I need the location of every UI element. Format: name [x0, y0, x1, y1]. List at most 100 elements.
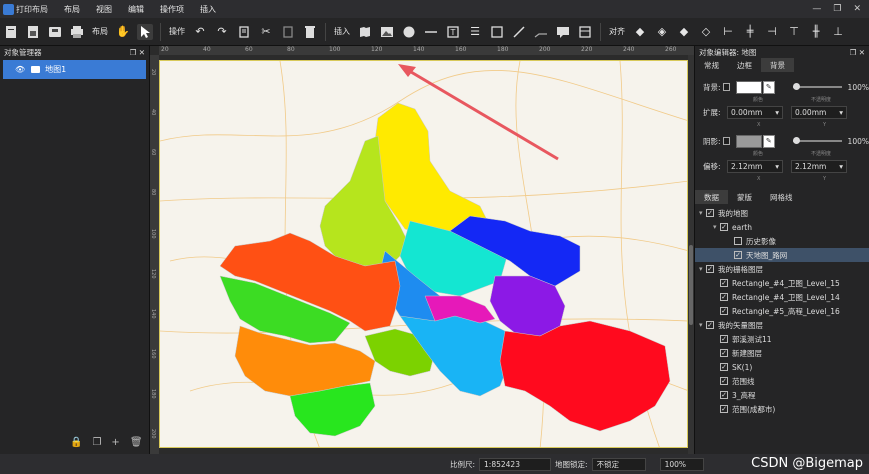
- layer-checkbox[interactable]: ✓: [720, 391, 728, 399]
- layer-top-icon[interactable]: ◆: [676, 24, 692, 40]
- tab-general[interactable]: 常规: [695, 58, 728, 72]
- insert-table-icon[interactable]: [577, 24, 593, 40]
- cut-scissors-icon[interactable]: ✂: [258, 24, 274, 40]
- minimize-icon[interactable]: —: [812, 4, 821, 14]
- restore-icon[interactable]: ❐: [833, 4, 841, 14]
- layer-bottom-icon[interactable]: ◇: [698, 24, 714, 40]
- lock-icon[interactable]: 🔒: [70, 437, 82, 448]
- expand-chevron-icon[interactable]: ▾: [699, 321, 706, 329]
- insert-polyline-icon[interactable]: [533, 24, 549, 40]
- offset-x-input[interactable]: 2.12mm ▾: [727, 159, 783, 173]
- layer-item[interactable]: ✓ Rectangle_#4_卫图_Level_14: [695, 290, 869, 304]
- layer-checkbox[interactable]: ✓: [720, 293, 728, 301]
- scale-input[interactable]: 1:852423: [479, 457, 552, 471]
- background-opacity-slider[interactable]: [792, 83, 842, 90]
- eyedropper-icon[interactable]: ✎: [762, 134, 775, 148]
- trash-icon[interactable]: 🗑: [130, 437, 143, 448]
- layer-checkbox[interactable]: ✓: [720, 223, 728, 231]
- layer-item[interactable]: ✓ 天地图_路网: [695, 248, 869, 262]
- layer-item[interactable]: ✓ Rectangle_#4_卫图_Level_15: [695, 276, 869, 290]
- save-icon[interactable]: [47, 24, 63, 40]
- select-arrow-icon[interactable]: [137, 23, 153, 40]
- map-page[interactable]: [159, 60, 688, 448]
- close-icon[interactable]: ✕: [853, 4, 861, 14]
- layer-checkbox[interactable]: ✓: [706, 265, 714, 273]
- layer-checkbox[interactable]: ✓: [720, 307, 728, 315]
- delete-icon[interactable]: [302, 24, 318, 40]
- eyedropper-icon[interactable]: ✎: [762, 80, 775, 94]
- layer-checkbox[interactable]: ✓: [720, 377, 728, 385]
- tab-background[interactable]: 背景: [761, 58, 794, 72]
- layer-item[interactable]: ✓ 3_高程: [695, 388, 869, 402]
- background-checkbox[interactable]: [722, 83, 731, 91]
- redo-icon[interactable]: ↷: [214, 24, 230, 40]
- layer-item[interactable]: ✓ SK(1): [695, 360, 869, 374]
- menu-edit[interactable]: 编辑: [120, 4, 152, 15]
- align-bottom-icon[interactable]: ⊥: [830, 24, 846, 40]
- align-top-icon[interactable]: ⊤: [786, 24, 802, 40]
- insert-arrow-line-icon[interactable]: [511, 24, 527, 40]
- layer-item[interactable]: ✓ 范围(成都市): [695, 402, 869, 416]
- insert-list-icon[interactable]: ☰: [467, 24, 483, 40]
- add-icon[interactable]: +: [111, 437, 119, 448]
- new-layout-icon[interactable]: [3, 24, 19, 40]
- menu-layout[interactable]: 布局: [56, 4, 88, 15]
- layer-item[interactable]: ▾ ✓ earth: [695, 220, 869, 234]
- slider-knob[interactable]: [792, 83, 800, 90]
- object-item-map1[interactable]: 👁 地图1: [3, 60, 146, 79]
- layer-item[interactable]: ▾ ✓ 我的栅格图层: [695, 262, 869, 276]
- align-left-icon[interactable]: ⊢: [720, 24, 736, 40]
- slider-knob[interactable]: [792, 137, 800, 144]
- layer-checkbox[interactable]: ✓: [720, 279, 728, 287]
- layer-item[interactable]: ▾ ✓ 我的地图: [695, 206, 869, 220]
- layer-checkbox[interactable]: ✓: [720, 405, 728, 413]
- insert-text-icon[interactable]: T: [445, 24, 461, 40]
- layer-item[interactable]: ▾ ✓ 我的矢量图层: [695, 318, 869, 332]
- insert-rectangle-icon[interactable]: [489, 24, 505, 40]
- expand-chevron-icon[interactable]: ▾: [699, 265, 706, 273]
- layer-checkbox[interactable]: ✓: [720, 335, 728, 343]
- map-lock-select[interactable]: 不锁定: [591, 457, 646, 471]
- layer-item[interactable]: ✓ Rectangle_#5_高程_Level_16: [695, 304, 869, 318]
- tab-mask[interactable]: 蒙版: [728, 190, 761, 204]
- scrollbar-thumb[interactable]: [689, 245, 693, 325]
- layer-item[interactable]: ✓ 郭溪测试11: [695, 332, 869, 346]
- insert-comment-icon[interactable]: [555, 24, 571, 40]
- pan-hand-icon[interactable]: ✋: [115, 24, 131, 40]
- align-middle-icon[interactable]: ╫: [808, 24, 824, 40]
- insert-image-icon[interactable]: [379, 24, 395, 40]
- menu-view[interactable]: 视图: [88, 4, 120, 15]
- align-center-icon[interactable]: ╪: [742, 24, 758, 40]
- paste-icon[interactable]: [280, 24, 296, 40]
- tab-data[interactable]: 数据: [695, 190, 728, 204]
- panel-float-close-icons[interactable]: ❐ ✕: [850, 48, 865, 57]
- expand-chevron-icon[interactable]: ▾: [699, 209, 706, 217]
- visibility-eye-icon[interactable]: 👁: [15, 65, 25, 74]
- layer-checkbox[interactable]: ✓: [706, 209, 714, 217]
- insert-ellipse-icon[interactable]: [401, 24, 417, 40]
- undo-icon[interactable]: ↶: [192, 24, 208, 40]
- shadow-opacity-slider[interactable]: [792, 137, 842, 144]
- print-icon[interactable]: [69, 24, 85, 40]
- shadow-color-swatch[interactable]: [736, 134, 762, 148]
- layer-checkbox[interactable]: ✓: [720, 349, 728, 357]
- layer-item[interactable]: ✓ 新建图层: [695, 346, 869, 360]
- layer-item[interactable]: ✓ 范围线: [695, 374, 869, 388]
- tab-gridlines[interactable]: 网格线: [761, 190, 802, 204]
- panel-float-close-icons[interactable]: ❐ ✕: [130, 48, 145, 57]
- spin-icon[interactable]: ▾: [775, 162, 779, 171]
- map-canvas[interactable]: [160, 61, 688, 448]
- menu-insert[interactable]: 插入: [192, 4, 224, 15]
- layer-checkbox[interactable]: ✓: [734, 251, 742, 259]
- expand-chevron-icon[interactable]: ▾: [713, 223, 720, 231]
- background-color-swatch[interactable]: [736, 80, 762, 94]
- copy-icon[interactable]: [236, 24, 252, 40]
- spin-icon[interactable]: ▾: [839, 108, 843, 117]
- insert-line-icon[interactable]: [423, 24, 439, 40]
- layer-lower-icon[interactable]: ◈: [654, 24, 670, 40]
- layer-checkbox[interactable]: ✓: [720, 363, 728, 371]
- expand-y-input[interactable]: 0.00mm ▾: [791, 105, 847, 119]
- layer-checkbox[interactable]: [734, 237, 742, 245]
- duplicate-icon[interactable]: ❐: [92, 437, 101, 448]
- tab-border[interactable]: 边框: [728, 58, 761, 72]
